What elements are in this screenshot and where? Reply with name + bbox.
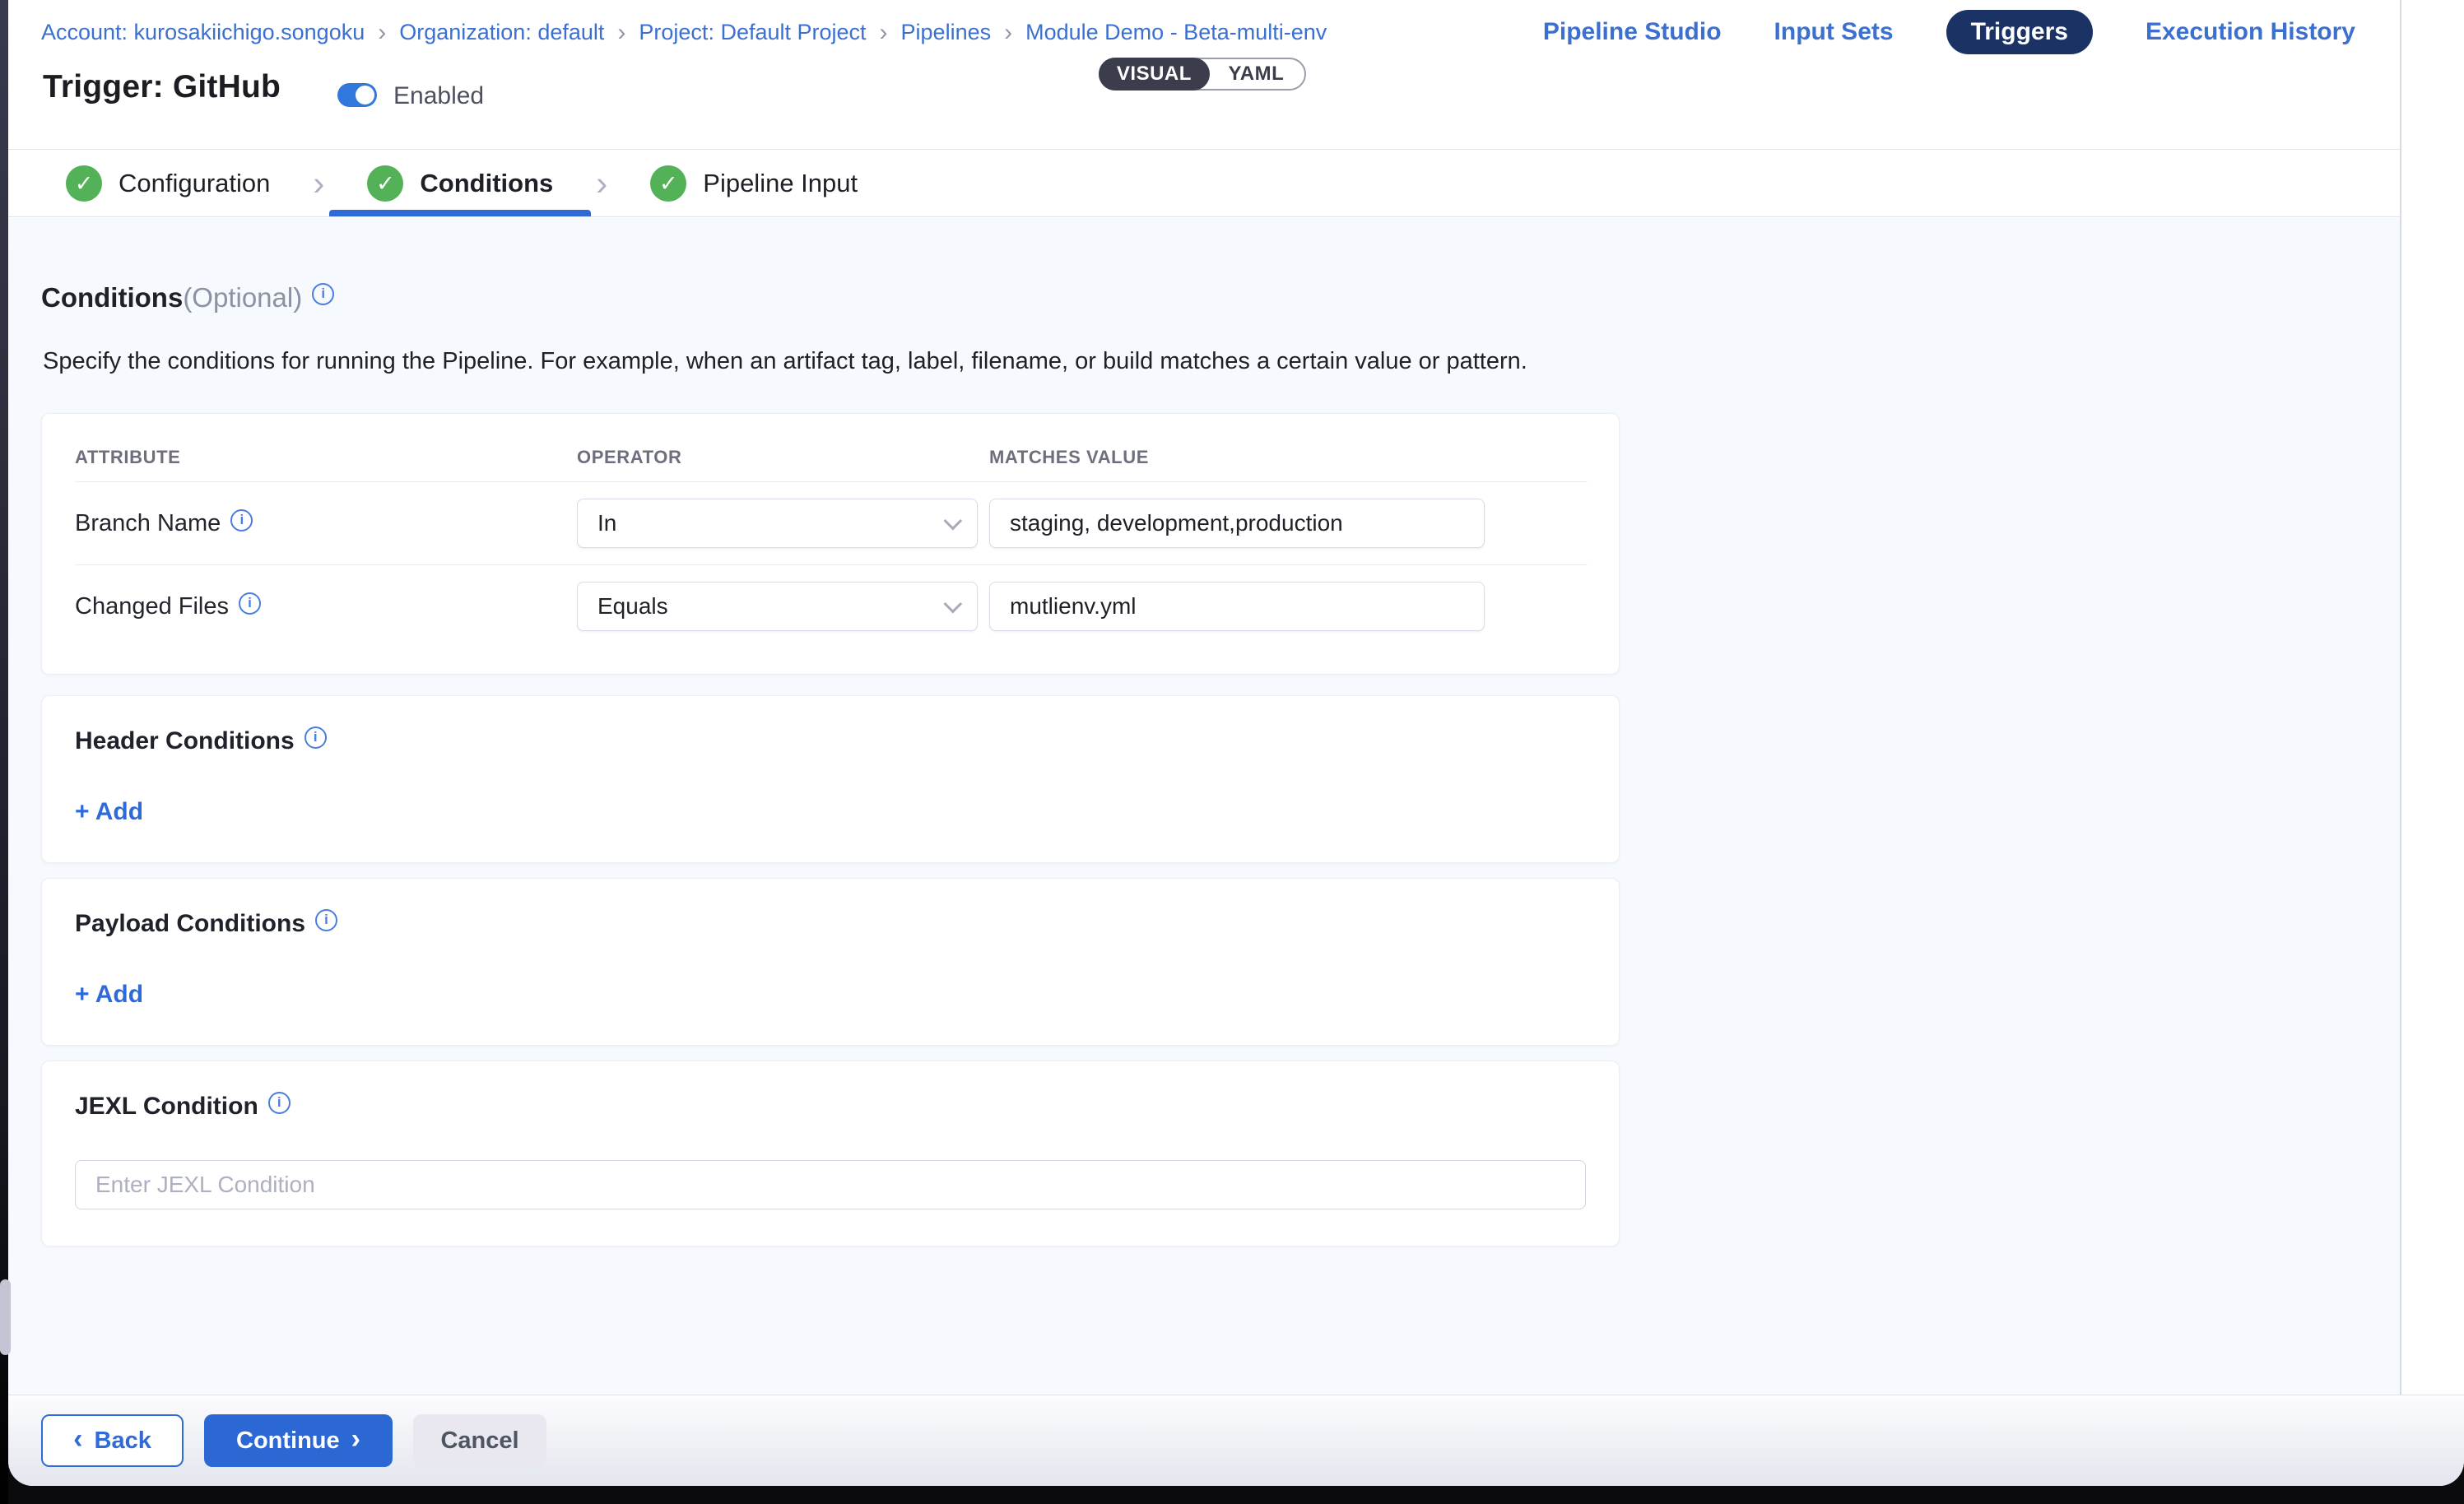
breadcrumb-account[interactable]: Account: kurosakiichigo.songoku xyxy=(41,20,365,45)
tab-pipeline-input[interactable]: ✓ Pipeline Input xyxy=(612,151,895,216)
nav-execution-history[interactable]: Execution History xyxy=(2146,18,2355,46)
wizard-tabs: ✓ Configuration › ✓ Conditions › ✓ Pipel… xyxy=(8,151,2464,217)
cancel-button-label: Cancel xyxy=(440,1427,518,1455)
conditions-table-card: ATTRIBUTE OPERATOR MATCHES VALUE Branch … xyxy=(41,413,1620,675)
pipeline-top-nav: Pipeline Studio Input Sets Triggers Exec… xyxy=(1543,10,2355,54)
operator-value: Equals xyxy=(597,593,668,620)
conditions-optional-text: (Optional) xyxy=(183,282,302,313)
nav-triggers[interactable]: Triggers xyxy=(1946,10,2093,54)
card-title-text: Payload Conditions xyxy=(75,910,305,938)
info-icon[interactable]: i xyxy=(230,509,253,532)
continue-button[interactable]: Continue › xyxy=(204,1414,393,1467)
conditions-description: Specify the conditions for running the P… xyxy=(43,348,2400,375)
breadcrumb-separator-icon: › xyxy=(616,21,627,45)
info-icon[interactable]: i xyxy=(268,1092,291,1114)
attribute-label: Branch Name xyxy=(75,510,221,537)
wizard-footer: ‹ Back Continue › Cancel xyxy=(8,1395,2464,1486)
conditions-heading-text: Conditions xyxy=(41,282,183,313)
page-title: Trigger: GitHub xyxy=(43,69,281,105)
card-title-text: JEXL Condition xyxy=(75,1093,258,1121)
cancel-button[interactable]: Cancel xyxy=(413,1414,546,1467)
header-conditions-card: Header Conditions i + Add xyxy=(41,695,1620,863)
breadcrumb: Account: kurosakiichigo.songoku › Organi… xyxy=(41,20,1327,45)
enabled-toggle[interactable] xyxy=(337,83,377,107)
nav-pipeline-studio[interactable]: Pipeline Studio xyxy=(1543,18,1722,46)
payload-conditions-card: Payload Conditions i + Add xyxy=(41,878,1620,1046)
visual-segment[interactable]: VISUAL xyxy=(1099,58,1210,91)
breadcrumb-pipelines[interactable]: Pipelines xyxy=(901,20,992,45)
scroll-thumb[interactable] xyxy=(0,1279,11,1355)
payload-conditions-title: Payload Conditions i xyxy=(75,910,1586,938)
check-circle-icon: ✓ xyxy=(367,165,403,202)
table-header-row: ATTRIBUTE OPERATOR MATCHES VALUE xyxy=(42,414,1619,481)
operator-select[interactable]: Equals xyxy=(577,582,978,631)
back-button[interactable]: ‹ Back xyxy=(41,1414,184,1467)
back-button-label: Back xyxy=(95,1427,151,1455)
chevron-right-icon: › xyxy=(591,166,612,201)
conditions-heading: Conditions (Optional) i xyxy=(41,282,2400,313)
add-header-condition-button[interactable]: + Add xyxy=(75,798,143,826)
breadcrumb-separator-icon: › xyxy=(1002,21,1014,45)
right-side-panel xyxy=(2400,0,2464,1395)
operator-value: In xyxy=(597,510,616,536)
page-header: Account: kurosakiichigo.songoku › Organi… xyxy=(8,0,2464,150)
tab-label: Pipeline Input xyxy=(703,169,858,198)
breadcrumb-pipeline-name[interactable]: Module Demo - Beta-multi-env xyxy=(1025,20,1327,45)
matches-value-input[interactable] xyxy=(989,499,1485,548)
info-icon[interactable]: i xyxy=(315,909,337,931)
nav-input-sets[interactable]: Input Sets xyxy=(1774,18,1894,46)
jexl-condition-input[interactable] xyxy=(75,1160,1586,1209)
table-row: Branch Name i In xyxy=(42,482,1619,564)
attribute-changed-files: Changed Files i xyxy=(75,593,577,620)
breadcrumb-organization[interactable]: Organization: default xyxy=(399,20,604,45)
card-title-text: Header Conditions xyxy=(75,727,295,755)
jexl-condition-title: JEXL Condition i xyxy=(75,1093,1586,1121)
desktop-edge-strip xyxy=(0,0,8,1504)
visual-yaml-toggle: VISUAL YAML xyxy=(1099,58,1306,91)
tab-label: Conditions xyxy=(420,169,553,198)
table-row: Changed Files i Equals xyxy=(42,565,1619,648)
chevron-right-icon: › xyxy=(308,166,329,201)
yaml-segment[interactable]: YAML xyxy=(1208,59,1304,89)
attribute-branch-name: Branch Name i xyxy=(75,510,577,537)
enabled-label: Enabled xyxy=(393,82,484,110)
breadcrumb-separator-icon: › xyxy=(376,21,388,45)
matches-value-input[interactable] xyxy=(989,582,1485,631)
toggle-knob xyxy=(356,86,374,104)
active-tab-underline xyxy=(329,210,591,216)
info-icon[interactable]: i xyxy=(312,283,334,305)
tab-label: Configuration xyxy=(119,169,270,198)
operator-select[interactable]: In xyxy=(577,499,978,548)
info-icon[interactable]: i xyxy=(239,592,261,615)
col-matches-value: MATCHES VALUE xyxy=(989,447,1524,468)
header-conditions-title: Header Conditions i xyxy=(75,727,1586,755)
add-payload-condition-button[interactable]: + Add xyxy=(75,981,143,1009)
conditions-panel: Conditions (Optional) i Specify the cond… xyxy=(8,218,2400,1395)
col-operator: OPERATOR xyxy=(577,447,989,468)
tab-conditions[interactable]: ✓ Conditions xyxy=(329,151,591,216)
breadcrumb-project[interactable]: Project: Default Project xyxy=(639,20,866,45)
chevron-down-icon xyxy=(944,512,963,531)
col-attribute: ATTRIBUTE xyxy=(75,447,577,468)
breadcrumb-separator-icon: › xyxy=(878,21,890,45)
attribute-label: Changed Files xyxy=(75,593,229,620)
jexl-condition-card: JEXL Condition i xyxy=(41,1061,1620,1246)
info-icon[interactable]: i xyxy=(305,726,327,749)
continue-button-label: Continue xyxy=(236,1427,340,1455)
check-circle-icon: ✓ xyxy=(650,165,686,202)
tab-configuration[interactable]: ✓ Configuration xyxy=(28,151,308,216)
chevron-down-icon xyxy=(944,595,963,614)
app-window: Account: kurosakiichigo.songoku › Organi… xyxy=(8,0,2464,1486)
check-circle-icon: ✓ xyxy=(66,165,102,202)
